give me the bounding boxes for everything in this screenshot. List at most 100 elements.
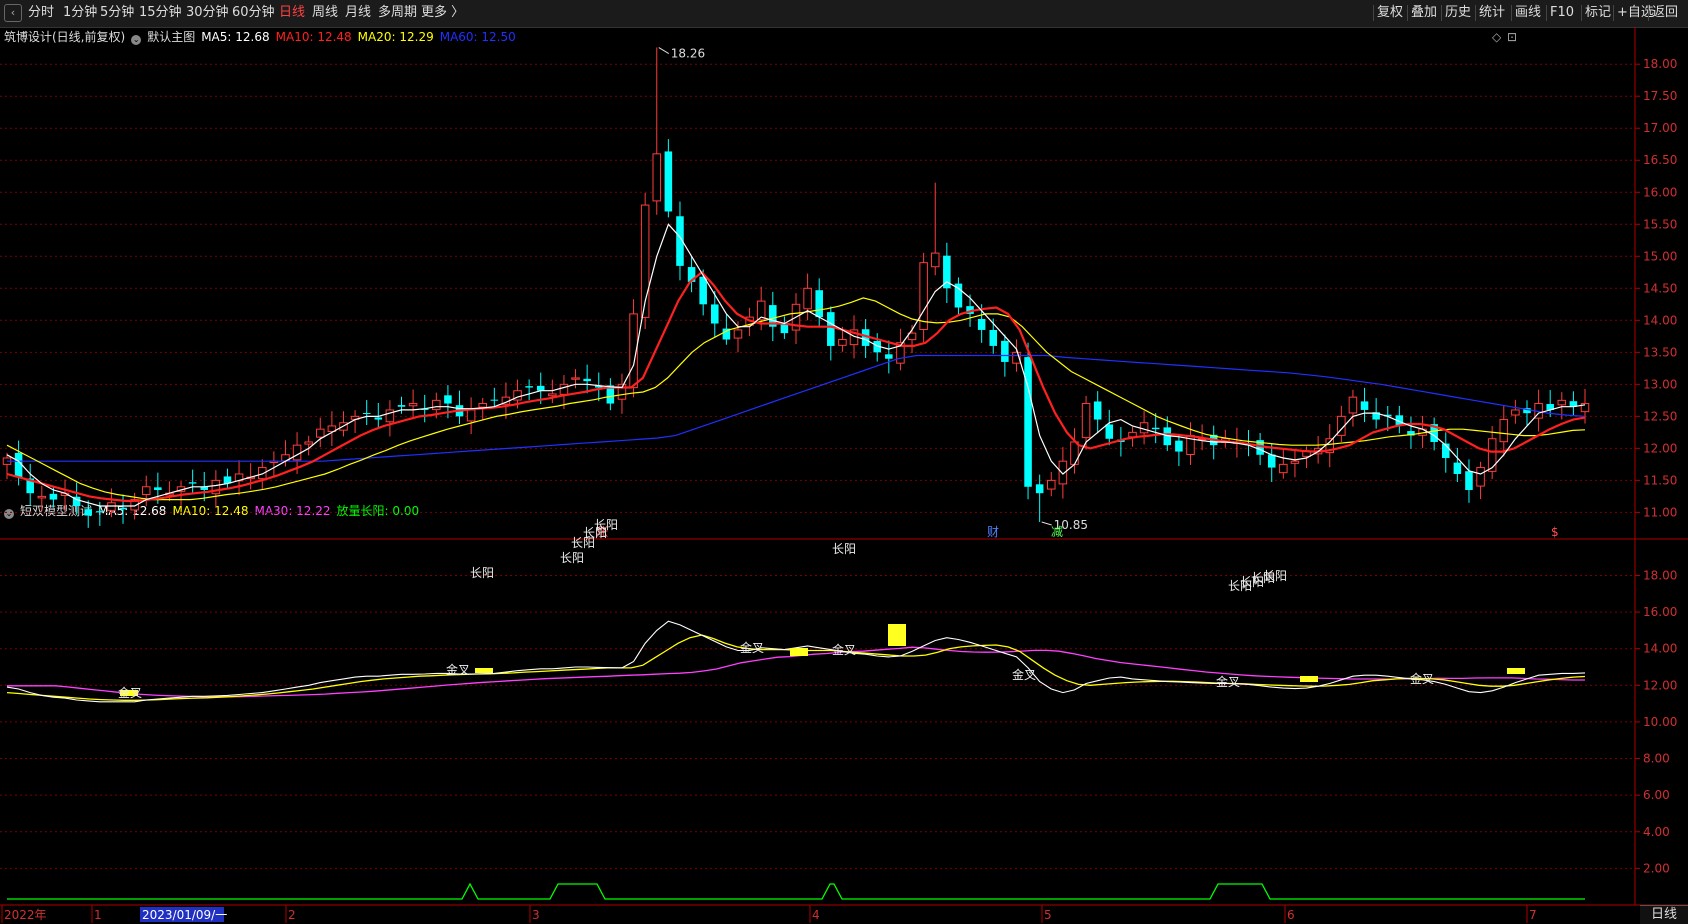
candle-up: [432, 399, 441, 411]
candle-up: [1348, 396, 1358, 414]
candle-down: [711, 304, 719, 324]
candle-up: [292, 444, 302, 461]
jincha-label: 金叉: [1410, 671, 1434, 686]
candle-up: [466, 409, 476, 422]
jincha-label: 金叉: [832, 642, 856, 657]
candle-down: [374, 417, 383, 420]
candle-down: [1175, 440, 1183, 452]
candle-down: [1093, 401, 1102, 420]
candle-up: [652, 153, 662, 202]
signal-block: [790, 648, 808, 656]
jincha-label: 金叉: [446, 662, 470, 677]
y-tick-label: 15.50: [1643, 217, 1677, 231]
y-tick-label: 17.50: [1643, 89, 1677, 103]
candle-down: [362, 413, 371, 415]
candle-up: [1046, 479, 1056, 490]
y-tick-label: 13.50: [1643, 345, 1677, 359]
candle-up: [304, 441, 313, 445]
candle-down: [1024, 357, 1032, 487]
candle-up: [1557, 399, 1567, 406]
y-tick-label: 11.00: [1643, 505, 1677, 519]
sub-y-tick-label: 14.00: [1643, 642, 1677, 656]
sub-y-tick-label: 10.00: [1643, 715, 1677, 729]
time-axis-label: 2: [288, 908, 296, 922]
candle-down: [84, 509, 92, 516]
candle-down: [664, 151, 673, 212]
candle-up: [1279, 463, 1288, 474]
time-axis-label: 2022年: [4, 908, 47, 922]
candle-up: [1070, 441, 1079, 465]
signal-block: [1300, 676, 1318, 682]
event-marker: 减: [1051, 525, 1063, 539]
candle-down: [1267, 454, 1276, 468]
time-axis-label: 4: [812, 908, 820, 922]
candle-up: [385, 409, 395, 423]
time-axis-label: 6: [1287, 908, 1295, 922]
time-axis-label: 3: [532, 908, 540, 922]
y-tick-label: 16.50: [1643, 153, 1677, 167]
sub-y-tick-label: 2.00: [1643, 861, 1670, 875]
time-axis-label: 1: [94, 908, 102, 922]
event-marker: 财: [987, 525, 999, 539]
changyang-label: 长阳: [1263, 569, 1287, 583]
changyang-label: 长阳: [470, 566, 494, 580]
candle-down: [1465, 471, 1473, 490]
candle-down: [1035, 484, 1044, 494]
candle-up: [408, 403, 418, 407]
y-tick-label: 18.00: [1643, 57, 1677, 71]
crosshair-date-label: 2023/01/09/一: [142, 908, 227, 922]
candle-up: [838, 339, 847, 346]
candle-down: [490, 399, 499, 401]
jincha-label: 金叉: [1012, 667, 1036, 682]
y-tick-label: 14.00: [1643, 313, 1677, 327]
candle-up: [316, 428, 325, 438]
candle-down: [188, 482, 197, 484]
sub-y-tick-label: 6.00: [1643, 788, 1670, 802]
jincha-label: 金叉: [740, 640, 764, 655]
time-axis-label: 5: [1044, 908, 1052, 922]
candle-up: [1487, 438, 1497, 472]
candle-down: [815, 290, 823, 318]
jincha-label: 金叉: [118, 685, 142, 700]
period-tab-daily[interactable]: 日线: [1640, 905, 1688, 924]
stock-chart[interactable]: 18.0017.5017.0016.5016.0015.5015.0014.50…: [0, 0, 1688, 923]
candle-up: [37, 495, 47, 499]
candle-up: [141, 486, 151, 495]
sub-y-tick-label: 8.00: [1643, 752, 1670, 766]
candle-up: [478, 403, 487, 408]
candle-up: [1499, 419, 1509, 443]
candle-up: [1511, 409, 1520, 416]
signal-block: [888, 624, 906, 646]
candle-up: [1081, 403, 1091, 439]
candle-down: [154, 487, 162, 490]
candle-down: [885, 354, 893, 359]
sub-ma5-line: [6, 620, 1586, 703]
candle-down: [536, 385, 545, 391]
candle-up: [559, 383, 569, 395]
y-tick-label: 13.00: [1643, 377, 1677, 391]
candle-down: [1453, 462, 1462, 474]
candle-up: [1139, 422, 1149, 434]
ma5-line: [6, 223, 1586, 507]
candle-down: [397, 405, 406, 407]
sub-y-tick-label: 16.00: [1643, 605, 1677, 619]
candle-down: [989, 329, 998, 346]
candle-up: [930, 252, 940, 268]
candle-down: [1001, 340, 1009, 362]
high-price-label: 18.26: [671, 47, 705, 61]
sub-ma10-line: [6, 634, 1586, 701]
candle-up: [733, 329, 743, 339]
y-tick-label: 12.50: [1643, 409, 1677, 423]
candle-up: [548, 393, 557, 397]
changyang-label: 长阳: [832, 542, 856, 556]
fangliang-signal-line: [7, 882, 1585, 900]
candle-up: [803, 287, 812, 310]
candle-down: [14, 452, 23, 478]
candle-down: [96, 511, 104, 513]
candle-down: [827, 312, 835, 346]
candle-down: [49, 493, 58, 500]
sub-y-tick-label: 4.00: [1643, 825, 1670, 839]
high-pointer: [658, 47, 670, 54]
candle-up: [571, 377, 580, 380]
candle-down: [977, 318, 986, 330]
